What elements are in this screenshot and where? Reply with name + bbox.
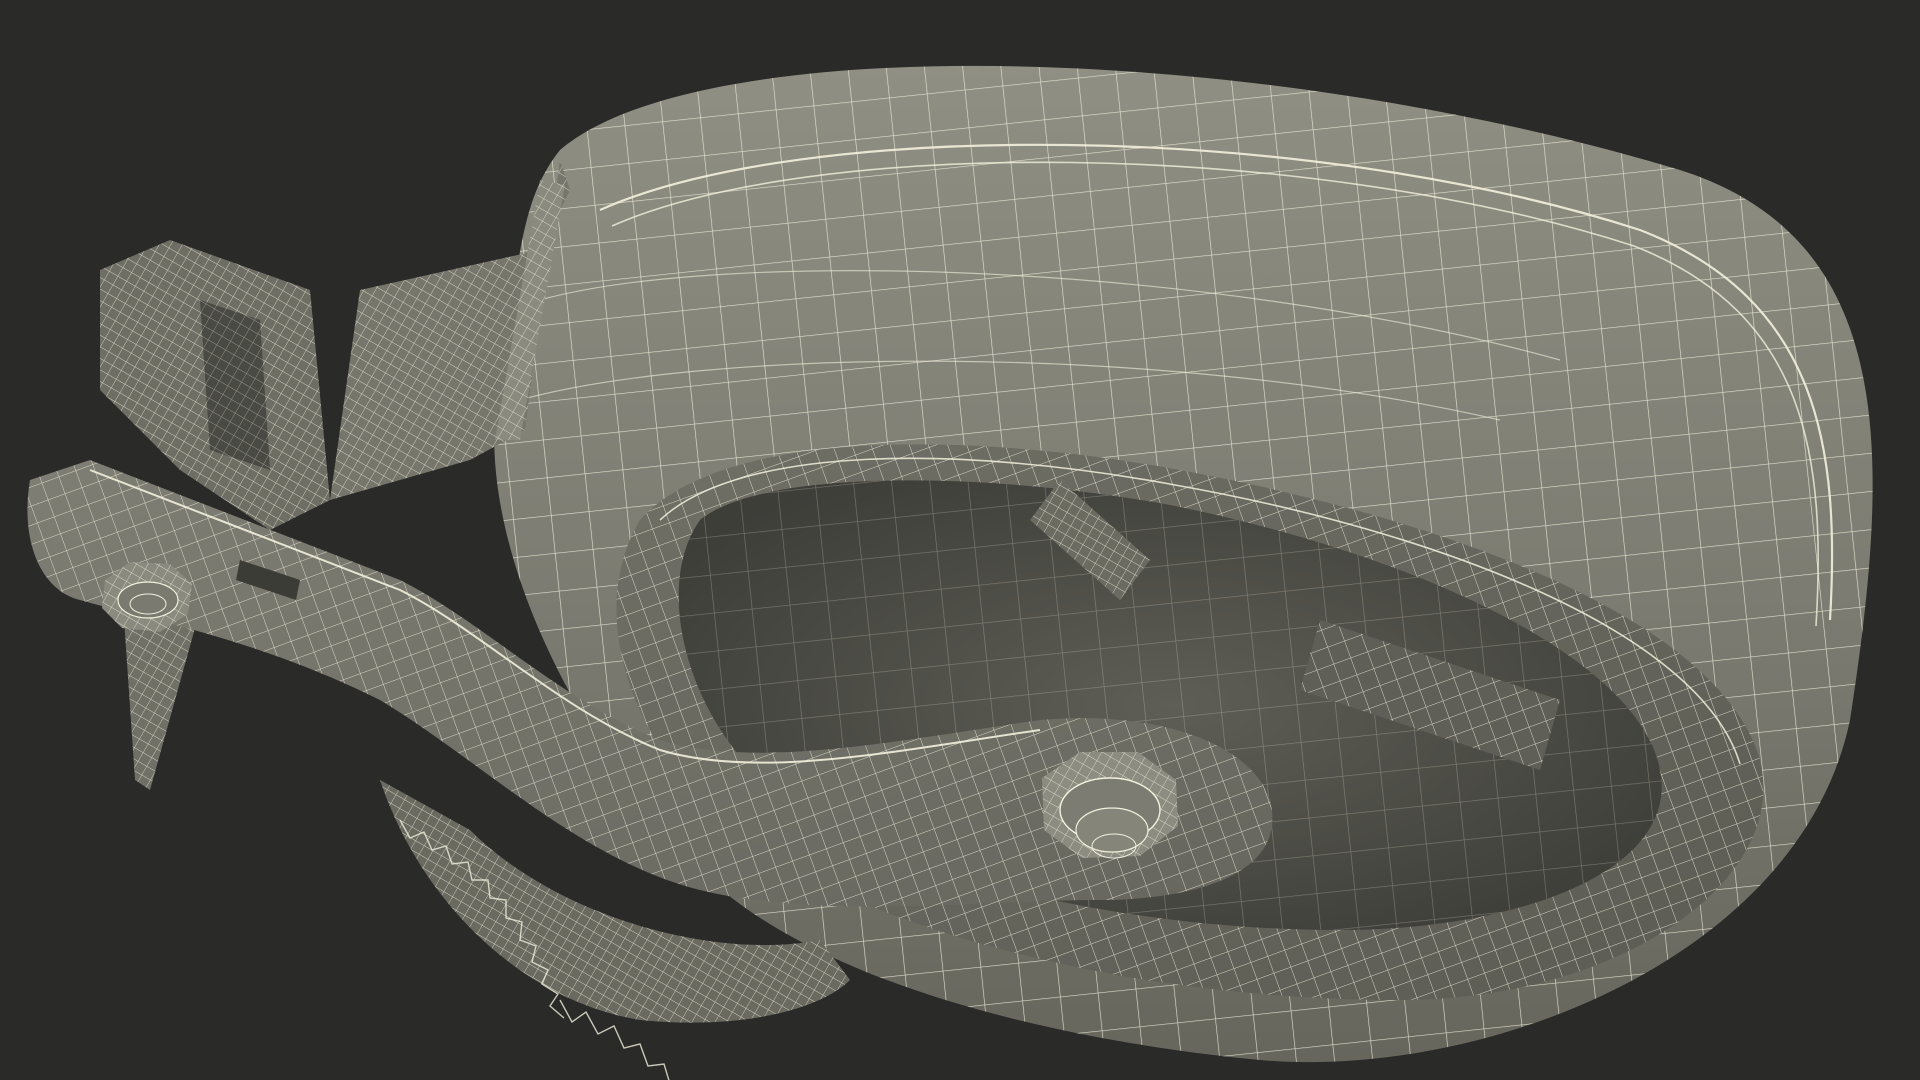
axle-nut: [1042, 752, 1178, 859]
wireframe-render: [27, 65, 1873, 1080]
render-viewport: [0, 0, 1920, 1080]
